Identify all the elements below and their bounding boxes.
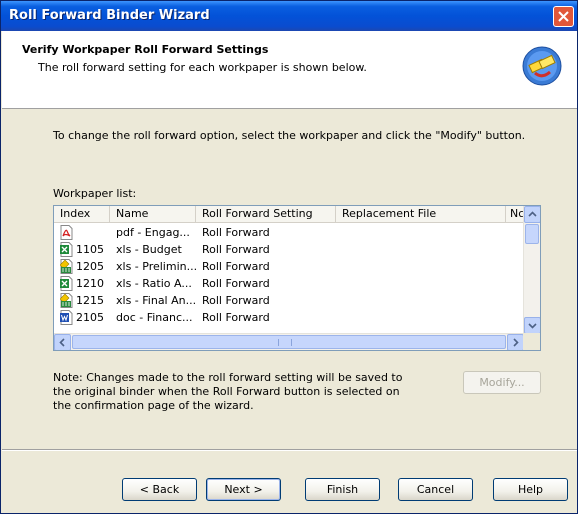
row-name: xls - Ratio A... xyxy=(116,277,192,290)
scroll-left-button[interactable] xyxy=(54,334,71,350)
wizard-window: Roll Forward Binder Wizard Verify Workpa… xyxy=(0,0,578,514)
vertical-scroll-thumb[interactable] xyxy=(525,224,539,244)
row-replacement xyxy=(342,224,506,241)
note-line-1: Note: Changes made to the roll forward s… xyxy=(53,371,403,384)
pdf-file-icon xyxy=(60,225,73,240)
row-replacement xyxy=(342,241,506,258)
help-button[interactable]: Help xyxy=(493,478,568,501)
chevron-down-icon xyxy=(528,323,537,329)
row-setting: Roll Forward xyxy=(202,277,270,290)
column-header-name[interactable]: Name xyxy=(110,206,196,223)
scroll-up-button[interactable] xyxy=(524,206,540,223)
row-setting: Roll Forward xyxy=(202,294,270,307)
workpaper-list-label: Workpaper list: xyxy=(53,187,137,200)
note-line-2: the original binder when the Roll Forwar… xyxy=(53,385,400,398)
row-index: 2105 xyxy=(76,311,104,324)
finish-button[interactable]: Finish xyxy=(305,478,380,501)
workpaper-list[interactable]: Index Name Roll Forward Setting Replacem… xyxy=(53,205,541,351)
column-header-index[interactable]: Index xyxy=(54,206,110,223)
row-setting: Roll Forward xyxy=(202,226,270,239)
table-row[interactable]: pdf - Engag... Roll Forward xyxy=(54,224,524,241)
vertical-scrollbar[interactable] xyxy=(523,206,540,334)
row-name: xls - Final An... xyxy=(116,294,196,307)
title-bar[interactable]: Roll Forward Binder Wizard xyxy=(1,1,577,31)
close-icon xyxy=(558,11,569,22)
table-row[interactable]: 1205 xls - Prelimin... Roll Forward xyxy=(54,258,524,275)
row-index xyxy=(76,224,110,241)
column-header-notes[interactable]: Nc xyxy=(506,206,524,223)
excel-file-icon xyxy=(60,276,73,291)
excel-tb-file-icon xyxy=(60,259,73,274)
row-name: xls - Prelimin... xyxy=(116,260,196,273)
row-setting: Roll Forward xyxy=(202,260,270,273)
page-title: Verify Workpaper Roll Forward Settings xyxy=(22,43,269,56)
cancel-button[interactable]: Cancel xyxy=(398,478,473,501)
horizontal-scroll-thumb[interactable] xyxy=(72,335,506,349)
instruction-text: To change the roll forward option, selec… xyxy=(53,129,526,142)
page-subtitle: The roll forward setting for each workpa… xyxy=(38,61,367,74)
chevron-left-icon xyxy=(59,338,65,347)
next-button[interactable]: Next > xyxy=(206,478,281,501)
scroll-right-button[interactable] xyxy=(507,334,524,350)
word-file-icon xyxy=(60,310,73,325)
excel-file-icon xyxy=(60,242,73,257)
row-index: 1215 xyxy=(76,294,104,307)
row-replacement xyxy=(342,292,506,309)
row-replacement xyxy=(342,258,506,275)
wizard-icon xyxy=(522,46,562,86)
row-index: 1210 xyxy=(76,277,104,290)
window-title: Roll Forward Binder Wizard xyxy=(9,8,210,23)
wizard-header: Verify Workpaper Roll Forward Settings T… xyxy=(2,31,577,109)
row-setting: Roll Forward xyxy=(202,311,270,324)
list-header: Index Name Roll Forward Setting Replacem… xyxy=(54,206,524,223)
row-index: 1205 xyxy=(76,260,104,273)
scroll-down-button[interactable] xyxy=(524,317,540,334)
close-button[interactable] xyxy=(553,6,574,27)
row-replacement xyxy=(342,275,506,292)
chevron-up-icon xyxy=(528,211,537,217)
scrollbar-corner xyxy=(523,333,540,350)
note-line-3: the confirmation page of the wizard. xyxy=(53,399,254,412)
chevron-right-icon xyxy=(513,338,519,347)
table-row[interactable]: 1215 xls - Final An... Roll Forward xyxy=(54,292,524,309)
table-row[interactable]: 2105 doc - Financ... Roll Forward xyxy=(54,309,524,326)
row-name: pdf - Engag... xyxy=(116,226,190,239)
column-header-roll-forward-setting[interactable]: Roll Forward Setting xyxy=(196,206,336,223)
row-replacement xyxy=(342,309,506,326)
row-name: xls - Budget xyxy=(116,243,182,256)
footer-divider xyxy=(2,449,577,451)
table-row[interactable]: 1210 xls - Ratio A... Roll Forward xyxy=(54,275,524,292)
excel-tb-file-icon xyxy=(60,293,73,308)
horizontal-scrollbar[interactable] xyxy=(54,333,524,350)
row-name: doc - Financ... xyxy=(116,311,193,324)
column-header-replacement-file[interactable]: Replacement File xyxy=(336,206,506,223)
row-index: 1105 xyxy=(76,243,104,256)
modify-button[interactable]: Modify... xyxy=(463,371,541,394)
table-row[interactable]: 1105 xls - Budget Roll Forward xyxy=(54,241,524,258)
row-setting: Roll Forward xyxy=(202,243,270,256)
back-button[interactable]: < Back xyxy=(122,478,197,501)
